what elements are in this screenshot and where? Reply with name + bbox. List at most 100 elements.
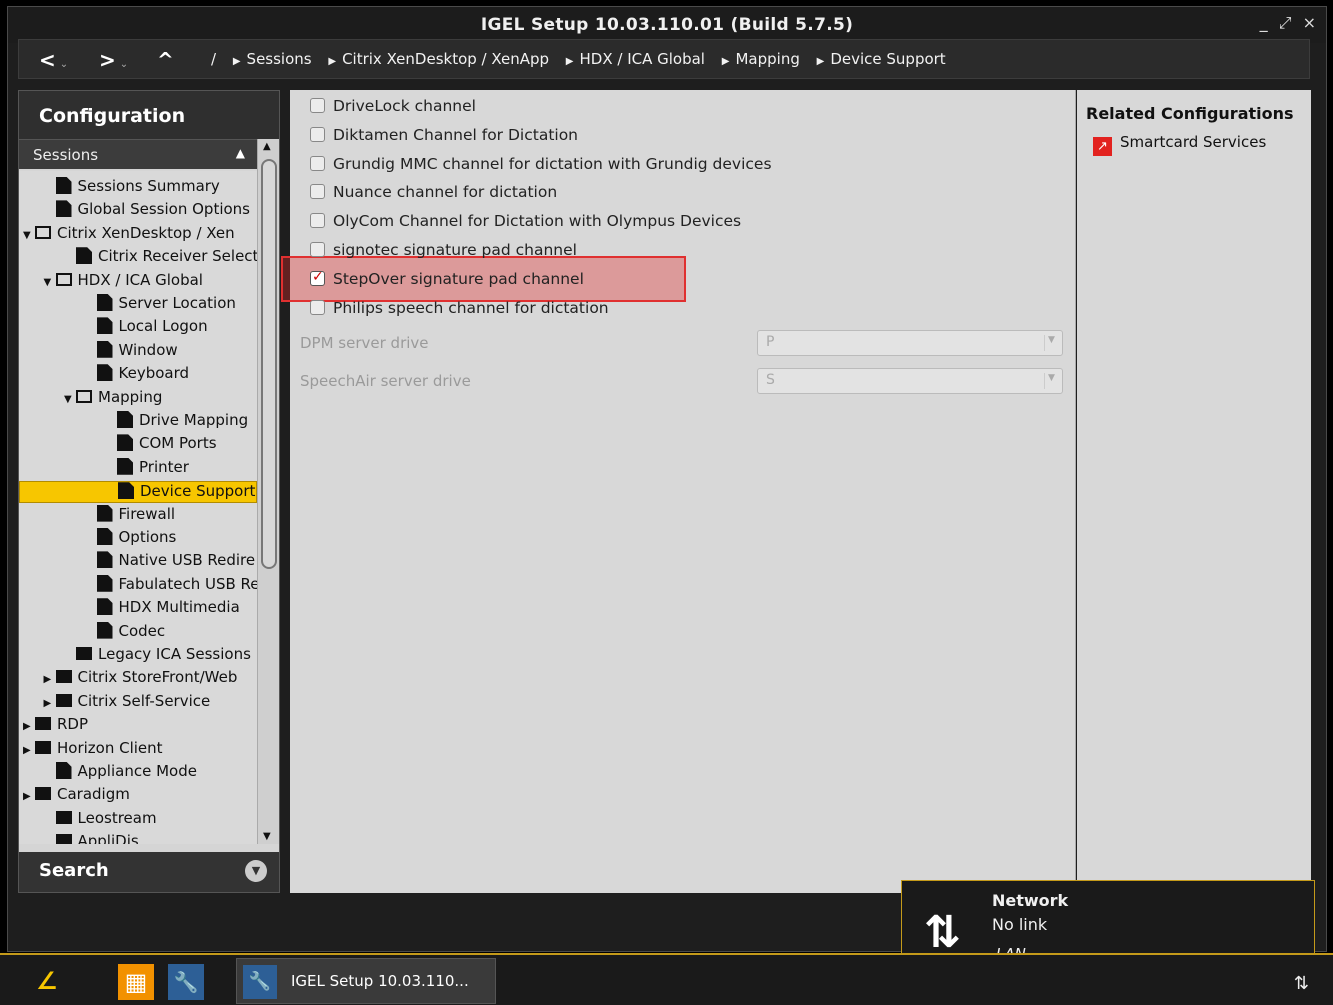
tree-item[interactable]: ▼ HDX / ICA Global bbox=[44, 271, 203, 293]
checkbox[interactable] bbox=[310, 299, 325, 315]
collapsed-arrow-icon[interactable]: ▶ bbox=[23, 745, 35, 756]
breadcrumb-mapping[interactable]: Mapping bbox=[735, 50, 799, 68]
tree-item[interactable]: Server Location bbox=[85, 294, 236, 316]
breadcrumb-citrix[interactable]: Citrix XenDesktop / XenApp bbox=[342, 50, 549, 68]
checkbox[interactable] bbox=[310, 126, 325, 142]
tree-item[interactable]: Native USB Redire bbox=[85, 551, 255, 573]
system-tray[interactable]: ⇅ bbox=[1294, 973, 1309, 994]
tray-network-icon[interactable]: ⇅ bbox=[1294, 973, 1309, 994]
tree-item[interactable]: AppliDis bbox=[44, 832, 139, 844]
speechair-server-drive-select[interactable]: S ▼ bbox=[757, 368, 1063, 394]
scroll-up-icon[interactable]: ▲ bbox=[263, 141, 271, 152]
page-icon bbox=[96, 528, 113, 545]
breadcrumb-root[interactable]: / bbox=[211, 50, 216, 68]
igel-start-icon[interactable]: ∠ bbox=[36, 967, 58, 995]
application-launcher-icon[interactable]: ▦ bbox=[118, 964, 154, 1000]
close-button[interactable]: × bbox=[1303, 13, 1316, 32]
tree-item-label: AppliDis bbox=[77, 832, 139, 844]
tree-item-label: Device Support bbox=[140, 482, 256, 501]
tree-item[interactable]: Leostream bbox=[44, 809, 157, 831]
dpm-server-drive-select[interactable]: P ▼ bbox=[757, 330, 1063, 356]
setup-wrench-icon[interactable]: 🔧 bbox=[168, 964, 204, 1000]
forward-icon: > bbox=[99, 48, 116, 72]
tree-item[interactable]: ▼ Mapping bbox=[64, 388, 162, 410]
taskbar-igel-setup[interactable]: 🔧 IGEL Setup 10.03.110... bbox=[236, 958, 496, 1004]
tree-item[interactable]: Local Logon bbox=[85, 317, 208, 339]
expanded-arrow-icon[interactable]: ▼ bbox=[64, 394, 76, 405]
scroll-down-icon[interactable]: ▼ bbox=[263, 831, 271, 842]
tree-item[interactable]: HDX Multimedia bbox=[85, 598, 240, 620]
minimize-button[interactable]: _ bbox=[1260, 13, 1268, 32]
back-history-chevron-icon[interactable]: ⌄ bbox=[60, 59, 68, 70]
device-support-settings: DriveLock channel Diktamen Channel for Di… bbox=[281, 90, 1076, 893]
tree-item[interactable]: Firewall bbox=[85, 504, 175, 527]
folder-icon bbox=[55, 810, 72, 824]
search-bar[interactable]: Search ▼ bbox=[19, 852, 279, 892]
forward-button[interactable]: > ⌄ bbox=[99, 48, 128, 72]
scrollbar-thumb[interactable] bbox=[261, 159, 277, 569]
tree-item[interactable]: ▶ Citrix StoreFront/Web bbox=[44, 668, 238, 690]
channel-option[interactable]: Philips speech channel for dictation bbox=[310, 299, 609, 323]
expanded-arrow-icon[interactable]: ▼ bbox=[44, 277, 56, 288]
tree-item[interactable]: Printer bbox=[105, 457, 189, 480]
tree-item[interactable]: Sessions Summary bbox=[44, 177, 220, 199]
chevron-down-icon: ▼ bbox=[1044, 335, 1058, 351]
expanded-arrow-icon[interactable]: ▼ bbox=[23, 230, 35, 241]
tree-item[interactable]: Options bbox=[85, 528, 176, 550]
tree-item[interactable]: Device Support bbox=[19, 481, 257, 504]
channel-option[interactable]: OlyCom Channel for Dictation with Olympu… bbox=[310, 212, 741, 236]
tree-item[interactable]: Drive Mapping bbox=[105, 411, 248, 433]
forward-history-chevron-icon[interactable]: ⌄ bbox=[120, 59, 128, 70]
channel-option[interactable]: Diktamen Channel for Dictation bbox=[310, 126, 578, 150]
channel-option[interactable]: signotec signature pad channel bbox=[310, 241, 577, 265]
tree-scrollbar[interactable]: ▲ ▼ bbox=[257, 139, 279, 844]
checkbox[interactable] bbox=[310, 213, 325, 229]
tree-item[interactable]: Citrix Receiver Select bbox=[64, 247, 257, 269]
up-button[interactable]: ^ bbox=[157, 48, 174, 72]
tree-item[interactable]: ▼ Citrix XenDesktop / Xen bbox=[23, 224, 235, 246]
channel-option[interactable]: Nuance channel for dictation bbox=[310, 183, 557, 207]
checkbox[interactable] bbox=[310, 269, 325, 286]
channel-option[interactable]: DriveLock channel bbox=[310, 97, 476, 121]
tree-item[interactable]: Fabulatech USB Re bbox=[85, 574, 257, 597]
tree-item[interactable]: Codec bbox=[85, 621, 165, 644]
collapsed-arrow-icon[interactable]: ▶ bbox=[23, 721, 35, 732]
checkbox[interactable] bbox=[310, 98, 325, 113]
tree-item[interactable]: ▶ Horizon Client bbox=[23, 739, 163, 761]
sessions-section-header[interactable]: Sessions ▲ bbox=[19, 139, 279, 169]
collapsed-arrow-icon[interactable]: ▶ bbox=[44, 698, 56, 709]
tree-item[interactable]: Keyboard bbox=[85, 364, 190, 386]
channel-option[interactable]: StepOver signature pad channel bbox=[310, 269, 584, 294]
maximize-button[interactable]: ⤢ bbox=[1279, 13, 1292, 32]
breadcrumb-hdx-ica-global[interactable]: HDX / ICA Global bbox=[580, 50, 705, 68]
tree-item[interactable]: Appliance Mode bbox=[44, 762, 197, 784]
tree-item[interactable]: Legacy ICA Sessions bbox=[64, 645, 251, 667]
sessions-section-label: Sessions bbox=[33, 146, 99, 164]
smartcard-services-link[interactable]: ↗ Smartcard Services bbox=[1093, 133, 1266, 156]
channel-option[interactable]: Grundig MMC channel for dictation with G… bbox=[310, 155, 772, 179]
collapse-up-icon[interactable]: ▲ bbox=[236, 146, 245, 160]
page-icon bbox=[96, 504, 113, 522]
title-bar[interactable]: IGEL Setup 10.03.110.01 (Build 5.7.5) _ … bbox=[8, 7, 1326, 43]
checkbox[interactable] bbox=[310, 184, 325, 200]
tree-item[interactable]: COM Ports bbox=[105, 434, 217, 456]
tree-item[interactable]: ▶ Citrix Self-Service bbox=[44, 692, 211, 714]
folder-icon bbox=[76, 647, 92, 660]
checkbox[interactable] bbox=[310, 242, 325, 257]
tree-item[interactable]: Global Session Options bbox=[44, 200, 250, 222]
tree-item[interactable]: ▶ Caradigm bbox=[23, 785, 130, 807]
search-expand-icon[interactable]: ▼ bbox=[245, 860, 267, 882]
configuration-panel: Configuration Sessions ▲ Sessions Summar… bbox=[18, 90, 280, 893]
tree-item-label: Keyboard bbox=[118, 364, 190, 383]
chevron-down-icon: ▼ bbox=[1044, 373, 1058, 389]
collapsed-arrow-icon[interactable]: ▶ bbox=[44, 674, 56, 685]
breadcrumb-device-support[interactable]: Device Support bbox=[830, 50, 945, 68]
checkbox[interactable] bbox=[310, 155, 325, 171]
speechair-server-drive-value: S bbox=[766, 372, 775, 388]
back-button[interactable]: < ⌄ bbox=[39, 48, 68, 72]
tree-item[interactable]: Window bbox=[85, 340, 178, 363]
breadcrumb-sessions[interactable]: Sessions bbox=[247, 50, 312, 68]
tree-item[interactable]: ▶ RDP bbox=[23, 715, 88, 737]
collapsed-arrow-icon[interactable]: ▶ bbox=[23, 791, 35, 802]
page-icon bbox=[55, 177, 72, 194]
